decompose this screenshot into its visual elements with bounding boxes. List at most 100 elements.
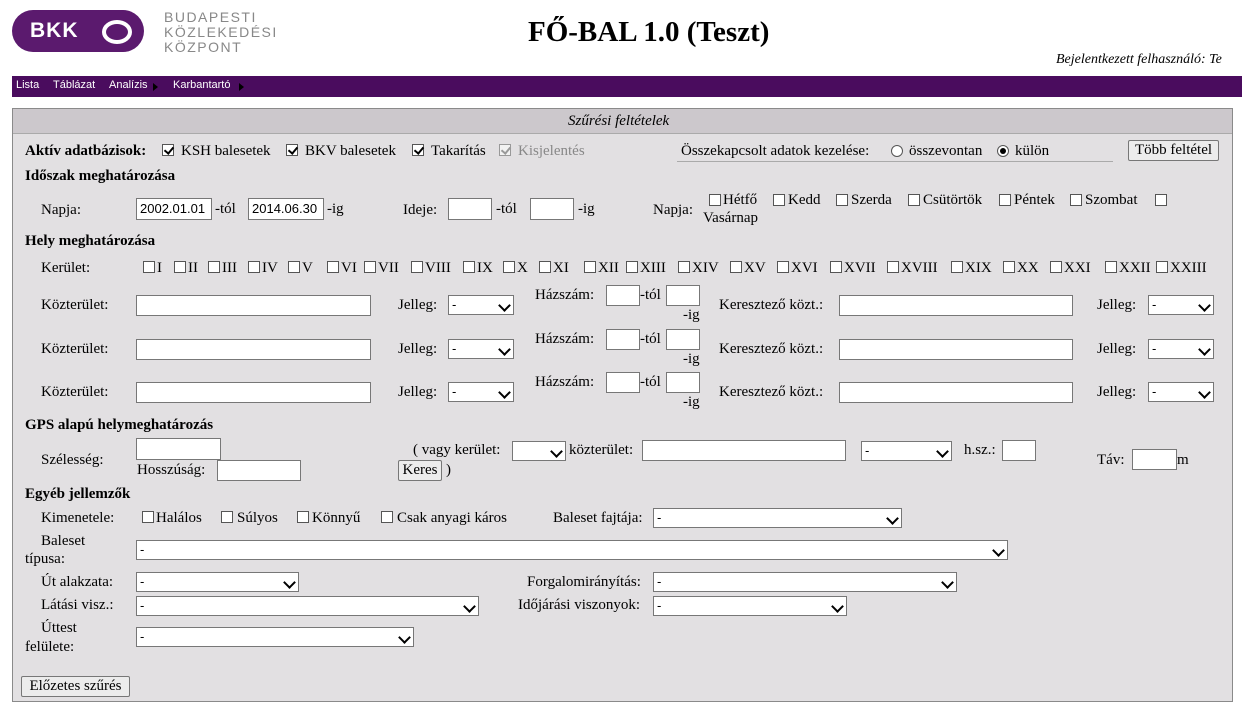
weekday-checkbox-szombat[interactable] bbox=[1070, 194, 1082, 206]
housenum-from-input-2[interactable] bbox=[606, 329, 640, 350]
visibility-label: Látási visz.: bbox=[41, 597, 114, 613]
traffic-control-select[interactable]: - bbox=[653, 572, 957, 592]
weekday-label-szombat: Szombat bbox=[1085, 192, 1138, 208]
district-checkbox-xv[interactable] bbox=[730, 261, 742, 273]
gps-housenum-label: h.sz.: bbox=[964, 442, 996, 458]
date-from-input[interactable]: 2002.01.01 bbox=[136, 198, 212, 220]
weekday-label-csutortok: Csütörtök bbox=[923, 192, 983, 208]
weekday-checkbox-hetfo[interactable] bbox=[709, 194, 721, 206]
district-checkbox-vii[interactable] bbox=[364, 261, 376, 273]
menu-item-lista[interactable]: Lista bbox=[16, 79, 39, 91]
street-input-1[interactable] bbox=[136, 295, 371, 316]
gps-street-type-value: - bbox=[865, 443, 870, 458]
district-checkbox-ix[interactable] bbox=[463, 261, 475, 273]
district-label-xi: XI bbox=[553, 260, 569, 276]
weekday-checkbox-kedd[interactable] bbox=[773, 194, 785, 206]
district-checkbox-xxi[interactable] bbox=[1050, 261, 1062, 273]
prefilter-button[interactable]: Előzetes szűrés bbox=[21, 676, 130, 697]
cross-type-select-1[interactable]: - bbox=[1148, 295, 1214, 315]
street-input-2[interactable] bbox=[136, 339, 371, 360]
gps-street-type-select[interactable]: - bbox=[861, 441, 952, 461]
merge-separate-radio[interactable] bbox=[997, 145, 1009, 157]
visibility-select[interactable]: - bbox=[136, 596, 479, 616]
more-conditions-button[interactable]: Több feltétel bbox=[1128, 140, 1219, 161]
street-type-select-1[interactable]: - bbox=[448, 295, 514, 315]
district-checkbox-xiv[interactable] bbox=[678, 261, 690, 273]
street-type-select-2[interactable]: - bbox=[448, 339, 514, 359]
district-checkbox-xii[interactable] bbox=[584, 261, 596, 273]
visibility-value: - bbox=[140, 598, 145, 613]
chevron-down-icon bbox=[1198, 299, 1211, 312]
gps-lat-input[interactable] bbox=[136, 438, 221, 460]
cross-street-input-3[interactable] bbox=[839, 382, 1073, 403]
district-checkbox-xvi[interactable] bbox=[777, 261, 789, 273]
gps-housenum-input[interactable] bbox=[1002, 440, 1036, 461]
menu-bar: Lista Táblázat Analízis Karbantartó bbox=[12, 76, 1242, 97]
takaritas-checkbox[interactable] bbox=[412, 144, 424, 156]
district-checkbox-xxii[interactable] bbox=[1105, 261, 1117, 273]
district-checkbox-vi[interactable] bbox=[327, 261, 339, 273]
gps-search-button[interactable]: Keres bbox=[398, 460, 442, 481]
street-type-value-1: - bbox=[452, 297, 457, 312]
district-checkbox-viii[interactable] bbox=[411, 261, 423, 273]
district-checkbox-ii[interactable] bbox=[174, 261, 186, 273]
weather-select[interactable]: - bbox=[653, 596, 847, 616]
district-checkbox-xviii[interactable] bbox=[887, 261, 899, 273]
district-checkbox-x[interactable] bbox=[503, 261, 515, 273]
weekday-checkbox-csutortok[interactable] bbox=[908, 194, 920, 206]
weekday-label-kedd: Kedd bbox=[788, 192, 821, 208]
outcome-checkbox-konnyu[interactable] bbox=[297, 511, 309, 523]
time-to-input[interactable] bbox=[530, 198, 574, 220]
district-checkbox-xi[interactable] bbox=[539, 261, 551, 273]
date-to-input[interactable]: 2014.06.30 bbox=[248, 198, 324, 220]
housenum-from-input-1[interactable] bbox=[606, 285, 640, 306]
street-input-3[interactable] bbox=[136, 382, 371, 403]
gps-district-select[interactable] bbox=[512, 441, 566, 461]
period-section-title: Időszak meghatározása bbox=[25, 168, 176, 184]
date-to-suffix: -ig bbox=[327, 201, 344, 217]
outcome-checkbox-anyagi[interactable] bbox=[381, 511, 393, 523]
accident-kind-select[interactable]: - bbox=[653, 508, 902, 528]
cross-street-input-1[interactable] bbox=[839, 295, 1073, 316]
kisjelentes-checkbox[interactable] bbox=[499, 144, 511, 156]
housenum-to-input-1[interactable] bbox=[666, 285, 700, 306]
district-checkbox-xxiii[interactable] bbox=[1156, 261, 1168, 273]
menu-item-analizis[interactable]: Analízis bbox=[109, 79, 148, 91]
menu-item-tablazat[interactable]: Táblázat bbox=[53, 79, 95, 91]
surface-select[interactable]: - bbox=[136, 627, 414, 647]
outcome-checkbox-sulyos[interactable] bbox=[221, 511, 233, 523]
time-from-input[interactable] bbox=[448, 198, 492, 220]
cross-type-select-2[interactable]: - bbox=[1148, 339, 1214, 359]
weekday-checkbox-vasarnap[interactable] bbox=[1155, 194, 1167, 206]
gps-street-input[interactable] bbox=[642, 440, 846, 461]
housenum-from-input-3[interactable] bbox=[606, 372, 640, 393]
district-checkbox-v[interactable] bbox=[288, 261, 300, 273]
district-label-iii: III bbox=[222, 260, 237, 276]
road-shape-select[interactable]: - bbox=[136, 572, 299, 592]
bkv-checkbox[interactable] bbox=[286, 144, 298, 156]
chevron-down-icon bbox=[283, 576, 296, 589]
district-checkbox-iii[interactable] bbox=[208, 261, 220, 273]
accident-type-select[interactable]: - bbox=[136, 540, 1008, 560]
district-checkbox-i[interactable] bbox=[143, 261, 155, 273]
cross-type-select-3[interactable]: - bbox=[1148, 382, 1214, 402]
merge-label: Összekapcsolt adatok kezelése: bbox=[681, 143, 870, 159]
district-checkbox-iv[interactable] bbox=[248, 261, 260, 273]
menu-item-karbantarto[interactable]: Karbantartó bbox=[173, 79, 230, 91]
district-checkbox-xix[interactable] bbox=[951, 261, 963, 273]
weekday-checkbox-szerda[interactable] bbox=[836, 194, 848, 206]
distance-input[interactable] bbox=[1132, 449, 1177, 470]
district-checkbox-xvii[interactable] bbox=[830, 261, 842, 273]
gps-lon-input[interactable] bbox=[217, 460, 301, 481]
cross-street-input-2[interactable] bbox=[839, 339, 1073, 360]
street-type-select-3[interactable]: - bbox=[448, 382, 514, 402]
housenum-to-suffix-1: -ig bbox=[683, 307, 700, 323]
outcome-checkbox-halalos[interactable] bbox=[142, 511, 154, 523]
merge-combined-radio[interactable] bbox=[891, 145, 903, 157]
district-checkbox-xx[interactable] bbox=[1003, 261, 1015, 273]
housenum-to-input-2[interactable] bbox=[666, 329, 700, 350]
district-checkbox-xiii[interactable] bbox=[626, 261, 638, 273]
weekday-checkbox-pentek[interactable] bbox=[999, 194, 1011, 206]
housenum-to-input-3[interactable] bbox=[666, 372, 700, 393]
ksh-checkbox[interactable] bbox=[162, 144, 174, 156]
